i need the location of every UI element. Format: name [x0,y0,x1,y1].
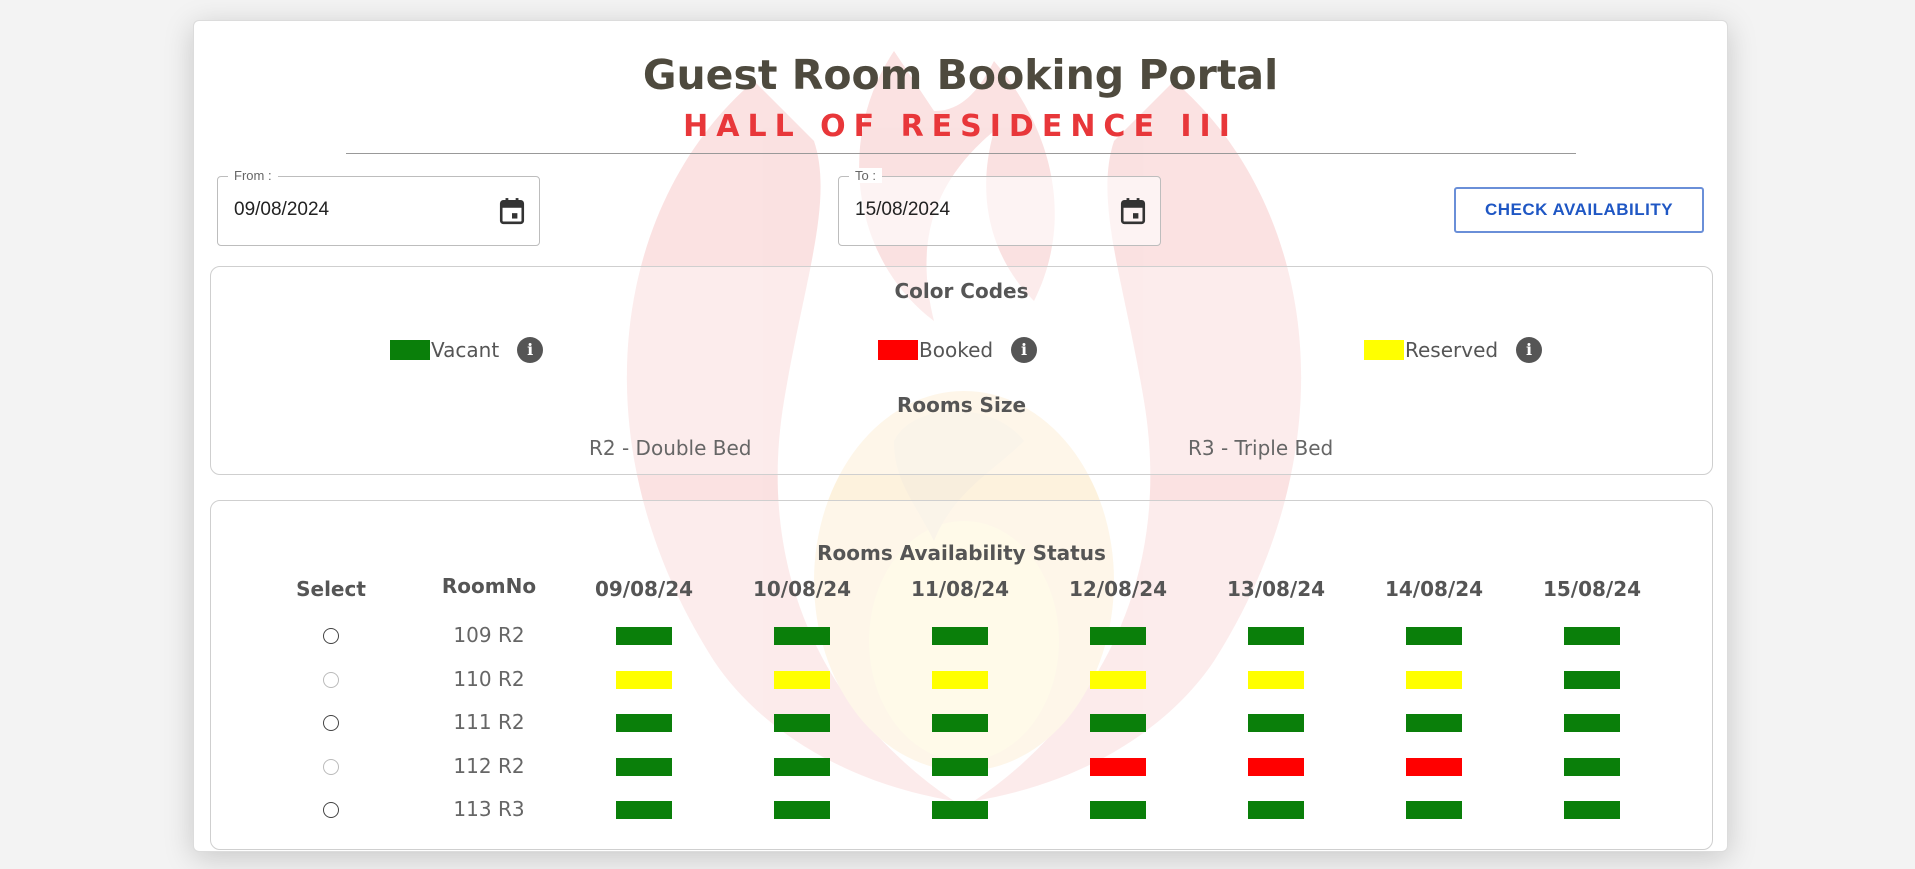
calendar-icon[interactable] [1120,197,1146,225]
status-cell-vacant [1564,714,1620,732]
room-select-radio[interactable] [323,628,339,644]
title-divider [346,153,1576,154]
legend-vacant: Vacant i [390,337,544,363]
select-column-header: Select [296,577,366,601]
date-column-header: 13/08/24 [1226,577,1326,601]
status-cell-reserved [932,670,988,689]
status-cell-vacant [1406,714,1462,732]
status-cell-vacant [1090,801,1146,819]
room-select-radio [323,671,339,688]
status-cell-vacant [774,714,830,732]
room-size-r2: R2 - Double Bed [589,436,752,460]
date-column-header: 11/08/24 [910,577,1010,601]
date-column-header: 14/08/24 [1384,577,1484,601]
status-cell-vacant [774,757,830,776]
legend-label: Booked [919,338,994,362]
status-cell-vacant [774,627,830,645]
room-number: 113 R3 [453,797,525,821]
room-number: 110 R2 [453,666,525,691]
legend-booked: Booked i [878,337,1038,363]
status-cell-reserved [1248,670,1304,689]
status-cell-vacant [616,627,672,645]
booking-card: Guest Room Booking Portal HALL OF RESIDE… [193,20,1728,852]
status-cell-vacant [932,757,988,776]
status-cell-vacant [1248,627,1304,645]
legend-label: Reserved [1405,338,1499,362]
to-date-field[interactable]: To : 15/08/2024 [838,168,1161,246]
status-cell-vacant [1248,801,1304,819]
status-cell-booked [1248,757,1304,776]
color-codes-panel: Color Codes Vacant i Booked i Reserved i… [210,266,1713,475]
room-select-radio[interactable] [323,715,339,731]
page-title: Guest Room Booking Portal [642,51,1279,99]
reserved-swatch [1364,340,1404,360]
from-date-value[interactable]: 09/08/2024 [234,199,329,221]
date-column-header: 12/08/24 [1068,577,1168,601]
date-column-header: 09/08/24 [594,577,694,601]
date-column-header: 10/08/24 [752,577,852,601]
date-column-header: 15/08/24 [1542,577,1642,601]
status-cell-vacant [932,801,988,819]
page-subtitle: HALL OF RESIDENCE III [683,109,1238,144]
status-cell-vacant [616,801,672,819]
status-cell-vacant [1090,627,1146,645]
vacant-swatch [390,340,430,360]
status-cell-reserved [1406,670,1462,689]
room-number: 111 R2 [453,710,525,734]
status-cell-reserved [774,670,830,689]
booked-swatch [878,340,918,360]
info-icon[interactable]: i [1011,337,1038,363]
color-codes-title: Color Codes [894,279,1029,303]
status-cell-vacant [1564,670,1620,689]
check-availability-button[interactable]: CHECK AVAILABILITY [1454,187,1704,233]
availability-title: Rooms Availability Status [817,541,1106,565]
status-cell-vacant [1090,714,1146,732]
status-cell-vacant [1406,627,1462,645]
status-cell-booked [1406,757,1462,776]
legend-label: Vacant [431,338,500,362]
status-cell-vacant [932,627,988,645]
status-cell-vacant [616,714,672,732]
status-cell-vacant [1406,801,1462,819]
availability-panel: Rooms Availability Status Select RoomNo … [210,500,1713,850]
room-select-radio [323,758,339,775]
status-cell-vacant [1564,627,1620,645]
status-cell-vacant [932,714,988,732]
legend-reserved: Reserved i [1364,337,1543,363]
to-date-label: To : [849,168,882,183]
from-date-field[interactable]: From : 09/08/2024 [217,168,540,246]
rooms-size-title: Rooms Size [896,393,1027,417]
status-cell-vacant [1564,757,1620,776]
status-cell-reserved [1090,670,1146,689]
room-number: 112 R2 [453,753,525,778]
status-cell-vacant [774,801,830,819]
from-date-label: From : [228,168,278,183]
status-cell-reserved [616,670,672,689]
room-select-radio[interactable] [323,802,339,818]
info-icon[interactable]: i [517,337,544,363]
status-cell-vacant [616,757,672,776]
info-icon[interactable]: i [1516,337,1543,363]
status-cell-vacant [1564,801,1620,819]
room-size-r3: R3 - Triple Bed [1188,436,1334,460]
to-date-value[interactable]: 15/08/2024 [855,199,950,221]
room-number: 109 R2 [453,623,525,647]
calendar-icon[interactable] [499,197,525,225]
status-cell-vacant [1248,714,1304,732]
room-column-header: RoomNo [441,574,537,598]
status-cell-booked [1090,757,1146,776]
